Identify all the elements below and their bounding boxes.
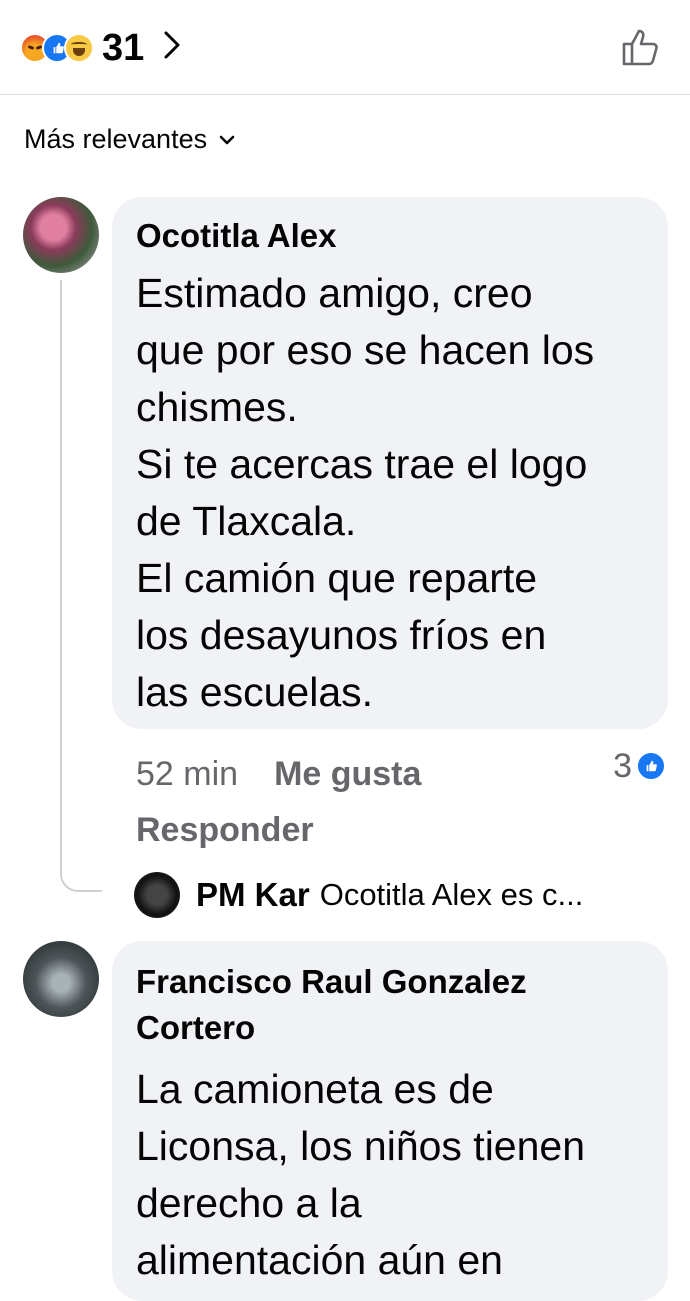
reply-preview[interactable]: PM Kar Ocotitla Alex es c... [134,870,674,920]
like-comment-button[interactable]: Me gusta [274,755,421,793]
comment-time[interactable]: 52 min [136,755,238,793]
haha-reaction-icon [64,33,94,63]
comment-author[interactable]: Ocotitla Alex [136,215,644,257]
reaction-count[interactable]: 31 [102,27,144,70]
like-reaction-icon [636,751,666,781]
avatar[interactable] [23,197,99,273]
sort-dropdown[interactable]: Más relevantes [24,124,235,155]
reactions-header: 31 [0,0,690,95]
reply-button[interactable]: Responder [136,811,314,849]
like-button-icon[interactable] [620,26,662,68]
comment-bubble[interactable]: Ocotitla Alex Estimado amigo, creo que p… [112,197,668,729]
thread-line [60,280,102,892]
like-count: 3 [613,746,632,785]
comment-actions: 52 min Me gusta Responder [136,746,616,858]
avatar [134,872,180,918]
comment-like-count[interactable]: 3 [613,746,666,786]
sort-label: Más relevantes [24,124,208,154]
comment-author[interactable]: Francisco Raul Gonzalez Cortero [136,959,644,1051]
avatar[interactable] [23,941,99,1017]
reactions-summary[interactable]: 31 [20,27,182,70]
chevron-down-icon [219,135,235,144]
chevron-right-icon[interactable] [162,27,182,69]
comment-text: Estimado amigo, creo que por eso se hace… [136,270,595,715]
reply-author: PM Kar [196,876,310,913]
reply-snippet: Ocotitla Alex es c... [319,877,584,912]
comment-text: La camioneta es de Liconsa, los niños ti… [136,1066,586,1283]
comment-bubble[interactable]: Francisco Raul Gonzalez Cortero La camio… [112,941,668,1301]
